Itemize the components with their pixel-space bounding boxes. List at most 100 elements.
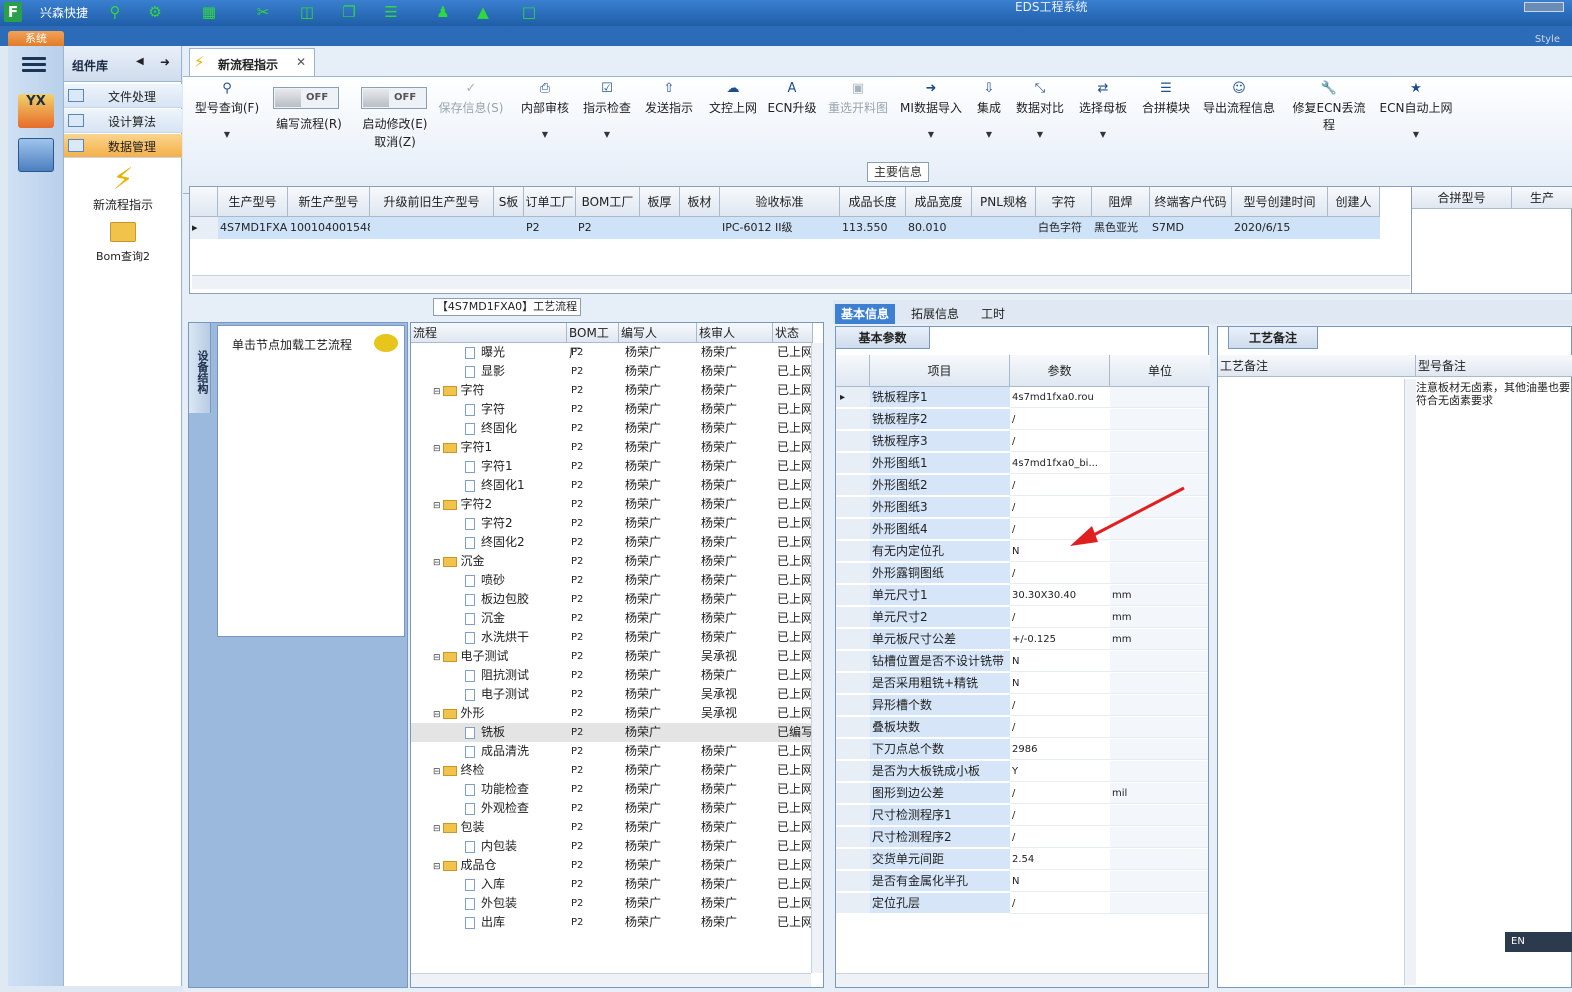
param-row[interactable]: 下刀点总个数 2986 [836,739,1210,761]
dropdown-icon[interactable]: ▼ [579,130,635,139]
param-row[interactable]: 外形露铜图纸 / [836,563,1210,585]
table-cell[interactable]: 黑色亚光 [1092,217,1150,239]
grid-icon[interactable]: ▦ [198,2,220,22]
param-row[interactable]: 单元尺寸2/mm [836,607,1210,629]
column-header[interactable]: 板厚 [640,187,680,217]
tree-row[interactable]: 显影 P2 杨荣广 杨荣广 已上网 [411,362,811,381]
mi-import-button[interactable]: ➜ MI数据导入 ▼ [899,81,963,139]
tree-row[interactable]: 出库 P2 杨荣广 杨荣广 已上网 [411,913,811,932]
column-header[interactable]: 终端客户代码 [1150,187,1232,217]
integrate-button[interactable]: ⇩ 集成 ▼ [971,81,1007,139]
structure-tab[interactable]: 设备结构 [189,323,211,413]
chart-icon[interactable]: ▲ [472,2,494,22]
param-value[interactable]: 30.30X30.40 [1010,585,1110,606]
fix-ecn-button[interactable]: 🔧 修复ECN丢流程 [1287,81,1371,133]
column-header[interactable]: 新生产型号 [288,187,370,217]
tree-row[interactable]: 水洗烘干 P2 杨荣广 杨荣广 已上网 [411,628,811,647]
save-button[interactable]: ✓ 保存信息(S) [435,81,507,116]
scissors-icon[interactable]: ✂ [252,2,274,22]
dropdown-icon[interactable]: ▼ [1075,130,1131,139]
select-mother-board-button[interactable]: ⇄ 选择母板 ▼ [1075,81,1131,139]
tree-row[interactable]: 曝光 P2 杨荣广 杨荣广 已上网 [411,343,811,362]
column-header[interactable]: 创建人 [1328,187,1380,217]
gear-icon[interactable]: ⚙ [144,2,166,22]
param-row[interactable]: 单元尺寸1 30.30X30.40 mm [836,585,1210,607]
merge-module-button[interactable]: ☰ 合拼模块 [1139,81,1193,116]
table-cell[interactable] [370,217,494,239]
tree-row[interactable]: 电子测试 P2 杨荣广 吴承视 已上网 [411,685,811,704]
tree-row[interactable]: 功能检查 P2 杨荣广 杨荣广 已上网 [411,780,811,799]
collapse-icon[interactable]: ⊟ [433,824,441,834]
param-value[interactable]: +/-0.125 [1010,629,1110,650]
column-header[interactable]: S板 [494,187,524,217]
table-cell[interactable]: 10010400154813 [288,217,370,239]
tree-row[interactable]: 外包装 P2 杨荣广 杨荣广 已上网 [411,894,811,913]
tree-row[interactable]: 字符2 P2 杨荣广 杨荣广 已上网 [411,514,811,533]
tree-row[interactable]: 终固化2 P2 杨荣广 杨荣广 已上网 [411,533,811,552]
table-cell[interactable] [640,217,680,239]
column-header[interactable]: 项目 [870,355,1010,387]
column-header[interactable]: BOM工厂 [567,323,619,360]
tree-row[interactable]: ⊟ 外形 P2 杨荣广 吴承视 已上网 [411,704,811,723]
data-compare-button[interactable]: ⤡ 数据对比 ▼ [1013,81,1067,139]
table-cell[interactable]: 2020/6/15 [1232,217,1328,239]
language-bar[interactable]: EN [1505,932,1572,952]
user-icon[interactable]: ♟ [432,2,454,22]
table-cell[interactable] [680,217,720,239]
collapse-icon[interactable]: ⊟ [433,653,441,663]
param-row[interactable]: 铣板程序3/ [836,431,1210,453]
param-row[interactable]: 尺寸检测程序2/ [836,827,1210,849]
param-value[interactable]: / [1010,717,1110,738]
cancel-button[interactable]: 取消(Z) [353,133,437,150]
send-instruction-button[interactable]: ⇧ 发送指示 [641,81,697,116]
column-header[interactable]: 成品宽度 [906,187,972,217]
export-flow-button[interactable]: ☺ 导出流程信息 [1199,81,1279,116]
horizontal-scrollbar[interactable] [411,973,811,987]
tree-row[interactable]: ⊟ 成品仓 P2 杨荣广 杨荣广 已上网 [411,856,811,875]
collapse-left-icon[interactable]: ◀ [136,56,144,67]
dropdown-icon[interactable]: ▼ [1013,130,1067,139]
copy-icon[interactable]: ❐ [338,2,360,22]
column-header[interactable]: 编写人 [619,323,697,343]
tree-row[interactable]: 阻抗测试 P2 杨荣广 杨荣广 已上网 [411,666,811,685]
param-row[interactable]: 是否为大板铣成小板 Y [836,761,1210,783]
param-value[interactable]: / [1010,805,1110,826]
tree-row[interactable]: ⊟ 字符 P2 杨荣广 杨荣广 已上网 [411,381,811,400]
param-value[interactable]: Y [1010,761,1110,782]
column-header[interactable]: 生产 [1512,187,1572,209]
table-cell[interactable]: S7MD [1150,217,1232,239]
tree-row[interactable]: ⊟ 沉金 P2 杨荣广 杨荣广 已上网 [411,552,811,571]
dropdown-icon[interactable]: ▼ [1379,130,1453,139]
param-row[interactable]: 定位孔层 / [836,893,1210,915]
shortcut-new-flow[interactable]: ⚡ 新流程指示 [64,164,182,213]
column-header[interactable]: 单位 [1110,355,1210,387]
collapse-icon[interactable]: ⊟ [433,862,441,872]
dropdown-icon[interactable]: ▼ [971,130,1007,139]
horizontal-scrollbar[interactable] [192,275,1410,289]
table-cell[interactable]: 4S7MD1FXA0 [218,217,288,239]
param-value[interactable]: / [1010,431,1110,452]
write-flow-toggle[interactable]: OFF [273,87,339,109]
tree-row[interactable]: 终固化 P2 杨荣广 杨荣广 已上网 [411,419,811,438]
column-header[interactable]: 工艺备注 [1218,355,1416,377]
param-row[interactable]: 异形槽个数 / [836,695,1210,717]
tree-row[interactable]: ⊟ 终检 P2 杨荣广 杨荣广 已上网 [411,761,811,780]
horizontal-scrollbar[interactable] [836,973,1208,987]
tree-row[interactable]: 喷砂 P2 杨荣广 杨荣广 已上网 [411,571,811,590]
shortcut-bom-query[interactable]: Bom查询2 [64,222,182,264]
table-cell[interactable] [972,217,1036,239]
tree-row[interactable]: ⊟ 包装 P2 杨荣广 杨荣广 已上网 [411,818,811,837]
param-row[interactable]: ▸ 铣板程序1 4s7md1fxa0.rou [836,387,1210,409]
menu-icon[interactable] [22,54,46,74]
param-row[interactable]: 图形到边公差 / mil [836,783,1210,805]
column-header[interactable]: 状态 [773,323,813,343]
calculator-icon[interactable] [18,138,54,172]
param-value[interactable]: 2.54 [1010,849,1110,870]
param-value[interactable]: / [1010,827,1110,848]
tree-row[interactable]: ⊟ 电子测试 P2 杨荣广 吴承视 已上网 [411,647,811,666]
tree-row[interactable]: 成品清洗 P2 杨荣广 杨荣广 已上网 [411,742,811,761]
param-value[interactable]: N [1010,871,1110,892]
collapse-icon[interactable]: ⊟ [433,558,441,568]
column-header[interactable]: 参数 [1010,355,1110,387]
start-modify-toggle[interactable]: OFF [361,87,427,109]
